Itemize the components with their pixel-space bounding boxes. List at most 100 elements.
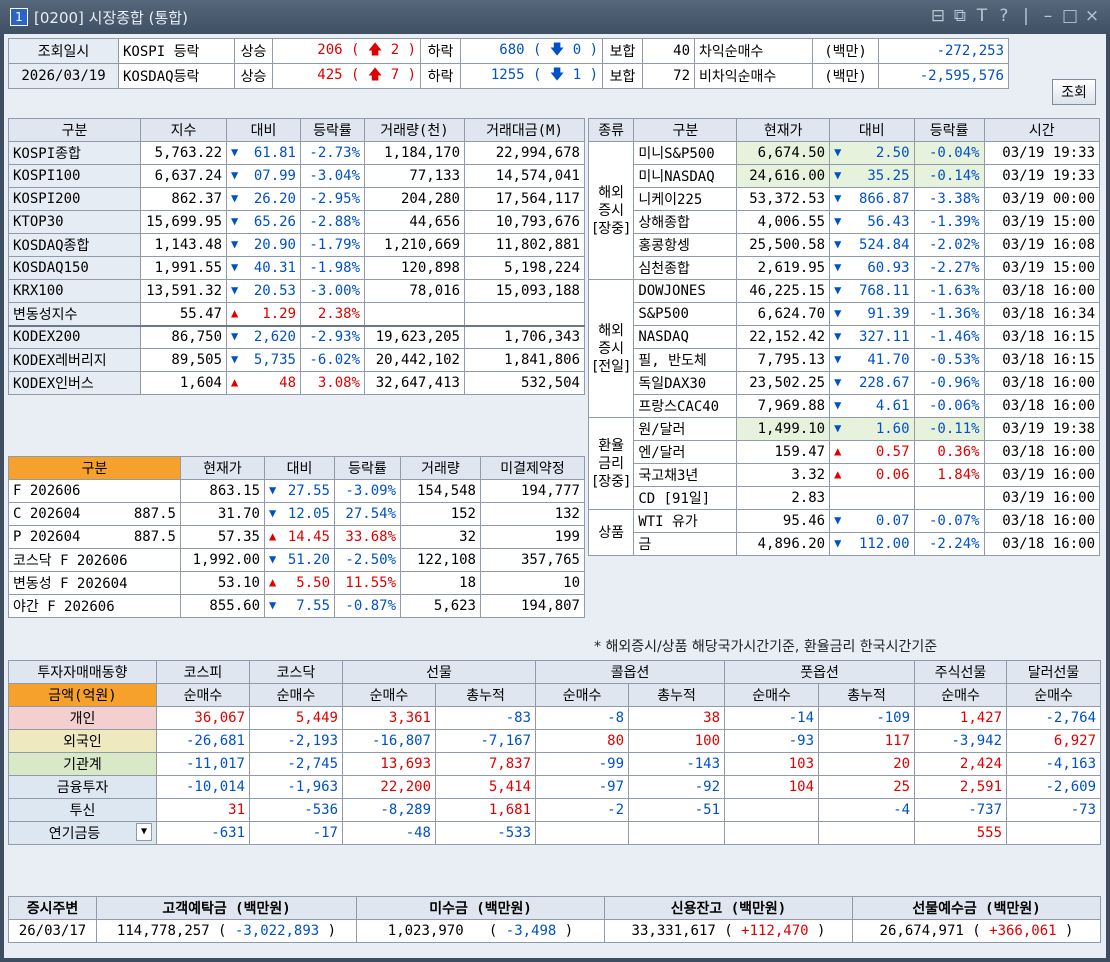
window-number-badge[interactable]: 1 bbox=[10, 8, 28, 26]
futures-name: 코스닥 F 202606 bbox=[8, 548, 181, 572]
world-row[interactable]: 니케이225 53,372.53 ▼ 866.87 -3.38% 03/19 00:00 bbox=[589, 187, 1101, 211]
world-row[interactable]: 독일DAX30 23,502.25 ▼ 228.67 -0.96% 03/18 16:00 bbox=[589, 371, 1101, 395]
investor-group-header: 선물 bbox=[341, 660, 537, 684]
index-col-header: 등락률 bbox=[300, 118, 365, 142]
world-rate bbox=[913, 486, 985, 510]
investor-row[interactable]: 외국인 -26,681 -2,193 -16,807 -7,167 80 100 -93 117… bbox=[8, 729, 1102, 753]
world-name: 홍콩항셍 bbox=[633, 233, 738, 257]
query-button[interactable]: 조회 bbox=[1052, 79, 1096, 105]
index-row[interactable]: KODEX레버리지 89,505 ▼ 5,735 -6.02% 20,442,102 1,8… bbox=[8, 348, 585, 372]
world-rate: -0.14% bbox=[913, 164, 985, 188]
down-triangle-icon: ▼ bbox=[834, 513, 842, 527]
investor-row[interactable]: 금융투자 -10,014 -1,963 22,200 5,414 -97 -92 104 25 2… bbox=[8, 775, 1102, 799]
down-triangle-icon: ▼ bbox=[834, 306, 842, 320]
index-row[interactable]: KTOP30 15,699.95 ▼ 65.26 -2.88% 44,656 10,793,… bbox=[8, 210, 585, 234]
minimize-icon[interactable]: – bbox=[1040, 6, 1056, 26]
index-row[interactable]: KRX100 13,591.32 ▼ 20.53 -3.00% 78,016 15,093,… bbox=[8, 279, 585, 303]
index-row[interactable]: KODEX인버스 1,604 ▲ 48 3.08% 32,647,413 532,504 bbox=[8, 371, 585, 395]
world-value: 2,619.95 bbox=[736, 256, 831, 280]
world-row[interactable]: 심천종합 2,619.95 ▼ 60.93 -2.27% 03/19 15:00 bbox=[589, 256, 1101, 280]
title-bar: 1 [0200] 시장종합 (통합) ⊟ ⧉ T ? | – □ × bbox=[0, 0, 1110, 34]
index-row[interactable]: KOSDAQ150 1,991.55 ▼ 40.31 -1.98% 120,898 5,19… bbox=[8, 256, 585, 280]
investor-row[interactable]: 투신 31 -536 -8,289 1,681 -2 -51 -4 -737 -73 bbox=[8, 798, 1102, 822]
futures-row[interactable]: 변동성 F 202604 53.10 ▲ 5.50 11.55% 18 10 bbox=[8, 571, 585, 595]
futures-row[interactable]: 야간 F 202606 855.60 ▼ 7.55 -0.87% 5,623 194,807 bbox=[8, 594, 585, 618]
world-rate: -1.46% bbox=[913, 325, 985, 349]
world-change bbox=[829, 486, 915, 510]
world-name: CD [91일] bbox=[633, 486, 738, 510]
world-row[interactable]: 미니NASDAQ 24,616.00 ▼ 35.25 -0.14% 03/19 19:33 bbox=[589, 164, 1101, 188]
index-volume: 19,623,205 bbox=[364, 324, 465, 349]
world-row[interactable]: NASDAQ 22,152.42 ▼ 327.11 -1.46% 03/18 16:15 bbox=[589, 325, 1101, 349]
dropdown-arrow-icon[interactable]: ▼ bbox=[136, 823, 152, 841]
maximize-icon[interactable]: □ bbox=[1062, 6, 1078, 26]
investor-value: -1,963 bbox=[249, 775, 343, 799]
investor-value: 3,361 bbox=[342, 706, 436, 730]
index-row[interactable]: KOSPI200 862.37 ▼ 26.20 -2.95% 204,280 17,564,… bbox=[8, 187, 585, 211]
investor-value: 22,200 bbox=[342, 775, 436, 799]
futures-row[interactable]: P 202604 887.5 57.35 ▲ 14.45 33.68% 32 199 bbox=[8, 525, 585, 549]
world-row[interactable]: 국고채3년 3.32 ▲ 0.06 1.84% 03/19 16:00 bbox=[589, 463, 1101, 487]
down-triangle-icon: ▼ bbox=[269, 598, 277, 612]
index-row[interactable]: KODEX200 86,750 ▼ 2,620 -2.93% 19,623,205 1,70… bbox=[8, 324, 585, 349]
index-change: ▼ 07.99 bbox=[226, 164, 301, 188]
world-row[interactable]: 해외 증시 [장중] 미니S&P500 6,674.50 ▼ 2.50 -0.04% 03/… bbox=[587, 141, 1101, 280]
index-rate: -2.93% bbox=[300, 324, 365, 349]
date-value[interactable]: 2026/03/19 bbox=[8, 63, 119, 89]
world-row[interactable]: 환율 금리 [장중] 원/달러 1,499.10 ▼ 1.60 -0.11% 03/19 1… bbox=[587, 417, 1101, 510]
down-triangle-icon: ▼ bbox=[231, 260, 239, 274]
futures-row[interactable]: C 202604 887.5 31.70 ▼ 12.05 27.54% 152 132 bbox=[8, 502, 585, 526]
index-volume: 20,442,102 bbox=[364, 348, 465, 372]
investor-row[interactable]: 개인 36,067 5,449 3,361 -83 -8 38 -14 -109 1,427 -2,… bbox=[8, 706, 1102, 730]
close-icon[interactable]: × bbox=[1084, 6, 1100, 26]
futures-row[interactable]: F 202606 863.15 ▼ 27.55 -3.09% 154,548 194,777 bbox=[8, 479, 585, 503]
world-row[interactable]: 해외 증시 [전일] DOWJONES 46,225.15 ▼ 768.11 -1.63%… bbox=[587, 279, 1101, 418]
world-name: 심천종합 bbox=[633, 256, 738, 280]
unit-selector[interactable]: 금액(억원) bbox=[8, 683, 157, 707]
link-icon[interactable]: ⧉ bbox=[952, 6, 968, 26]
down-triangle-icon: ▼ bbox=[231, 168, 239, 182]
advance-decline-bar: 조회일시 KOSPI 등락 상승 206 ( 🡅 2 ) 하락 680 ( 🡇 … bbox=[8, 38, 1009, 89]
index-table: 구분 지수 대비 등락률 거래량(천) 거래대금(M) KOSPI종합 5,763.22 ▼ 6… bbox=[8, 118, 585, 395]
investor-value: -11,017 bbox=[156, 752, 250, 776]
investor-row[interactable]: 기관계 -11,017 -2,745 13,693 7,837 -99 -143 103 20 2… bbox=[8, 752, 1102, 776]
world-rate: -1.63% bbox=[913, 279, 985, 303]
world-row[interactable]: 필, 반도체 7,795.13 ▼ 41.70 -0.53% 03/18 16:15 bbox=[589, 348, 1101, 372]
index-row[interactable]: KOSPI종합 5,763.22 ▼ 61.81 -2.73% 1,184,170 22,9… bbox=[8, 141, 585, 165]
futures-change: ▲ 5.50 bbox=[264, 571, 335, 595]
world-rate: 0.36% bbox=[913, 440, 985, 464]
world-row[interactable]: 엔/달러 159.47 ▲ 0.57 0.36% 03/18 16:00 bbox=[589, 440, 1101, 464]
world-row[interactable]: 금 4,896.20 ▼ 112.00 -2.24% 03/18 16:00 bbox=[589, 532, 1101, 556]
investor-value: 5,449 bbox=[249, 706, 343, 730]
index-amount: 5,198,224 bbox=[464, 256, 585, 280]
text-size-icon[interactable]: T bbox=[974, 6, 990, 26]
investor-value: 555 bbox=[914, 821, 1008, 845]
kosdaq-down-count: 1255 ( 🡇 1 ) bbox=[460, 63, 603, 89]
index-row[interactable]: KOSPI100 6,637.24 ▼ 07.99 -3.04% 77,133 14,574… bbox=[8, 164, 585, 188]
index-row[interactable]: KOSDAQ종합 1,143.48 ▼ 20.90 -1.79% 1,210,669 11,… bbox=[8, 233, 585, 257]
index-rate: 3.08% bbox=[300, 371, 365, 395]
index-row[interactable]: 변동성지수 55.47 ▲ 1.29 2.38% bbox=[8, 302, 585, 326]
index-value: 1,991.55 bbox=[140, 256, 227, 280]
investor-group-header: 주식선물 bbox=[914, 660, 1008, 684]
world-row[interactable]: 프랑스CAC40 7,969.88 ▼ 4.61 -0.06% 03/18 16:00 bbox=[589, 394, 1101, 418]
help-icon[interactable]: ? bbox=[996, 6, 1012, 26]
layout-icon[interactable]: ⊟ bbox=[930, 6, 946, 26]
futures-row[interactable]: 코스닥 F 202606 1,992.00 ▼ 51.20 -2.50% 122,108 3… bbox=[8, 548, 585, 572]
world-change: ▼ 4.61 bbox=[829, 394, 915, 418]
investor-row[interactable]: 연기금등 ▼ -631 -17 -48 -533 555 bbox=[8, 821, 1102, 845]
index-name: KOSPI종합 bbox=[8, 141, 141, 165]
index-amount: 532,504 bbox=[464, 371, 585, 395]
world-row[interactable]: S&P500 6,624.70 ▼ 91.39 -1.36% 03/18 16:34 bbox=[589, 302, 1101, 326]
world-row[interactable]: 홍콩항셍 25,500.58 ▼ 524.84 -2.02% 03/19 16:08 bbox=[589, 233, 1101, 257]
index-volume: 78,016 bbox=[364, 279, 465, 303]
world-col-header: 현재가 bbox=[736, 118, 831, 142]
world-row[interactable]: 상해종합 4,006.55 ▼ 56.43 -1.39% 03/19 15:00 bbox=[589, 210, 1101, 234]
futures-value: 57.35 bbox=[180, 525, 265, 549]
world-row[interactable]: CD [91일] 2.83 03/19 16:00 bbox=[589, 486, 1101, 510]
world-row[interactable]: 상품 WTI 유가 95.46 ▼ 0.07 -0.07% 03/18 16:00 bbox=[587, 509, 1101, 556]
up-arrow-icon: 🡅 bbox=[367, 42, 383, 58]
world-rate: -2.24% bbox=[913, 532, 985, 556]
credit-cell: 33,331,617 ( +112,470 ) bbox=[604, 919, 853, 943]
index-amount: 10,793,676 bbox=[464, 210, 585, 234]
